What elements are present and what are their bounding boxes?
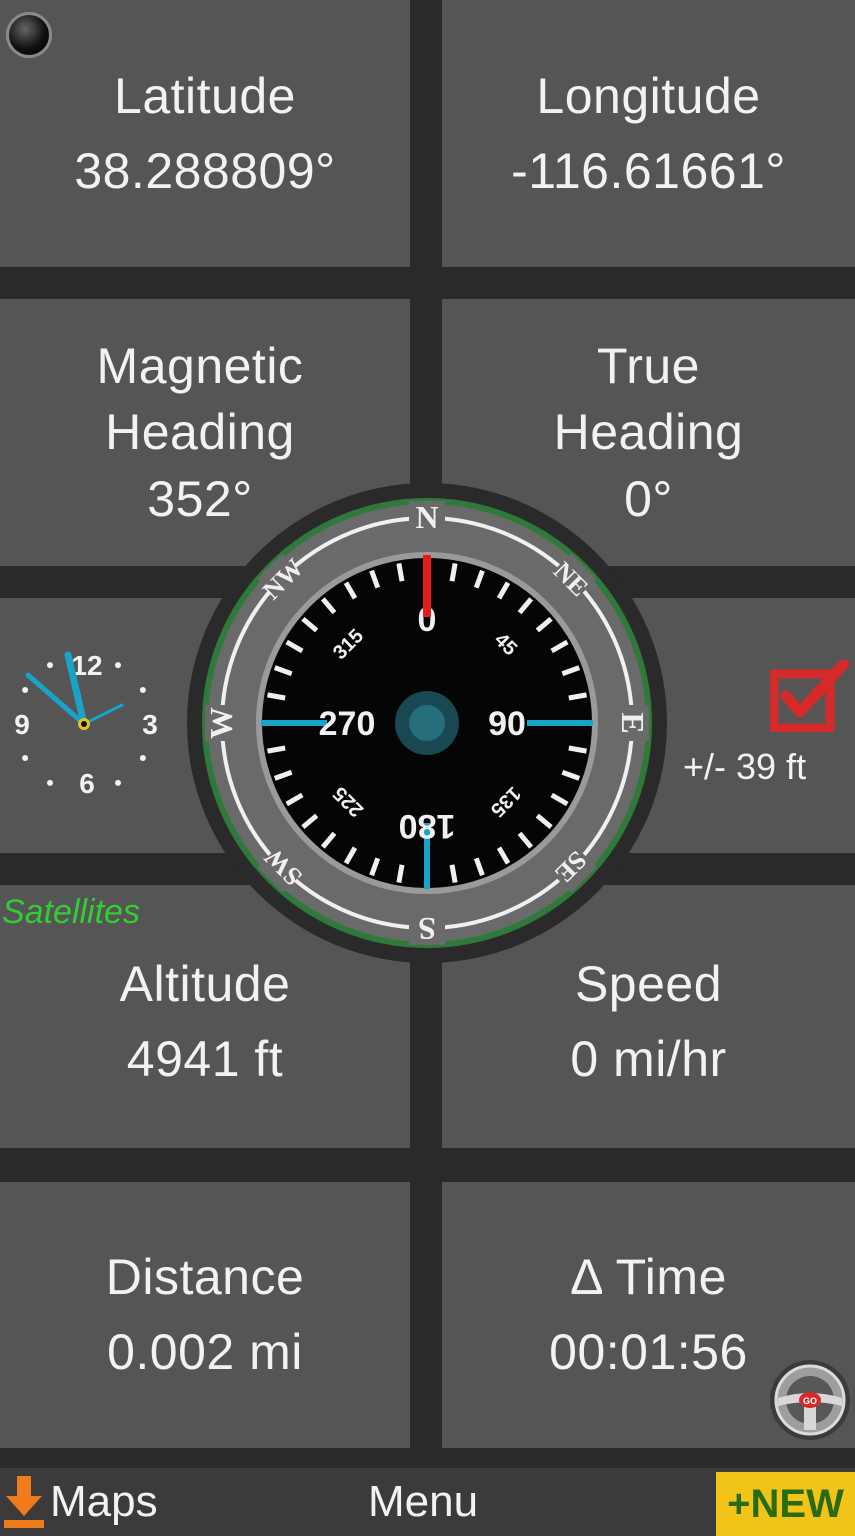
distance-tile[interactable]: Distance 0.002 mi xyxy=(0,1182,410,1448)
latitude-tile[interactable]: Latitude 38.288809° xyxy=(0,0,410,267)
compass-cardinal-e: E xyxy=(615,712,651,733)
time-label: Δ Time xyxy=(570,1249,727,1305)
compass-cardinal-w: W xyxy=(203,707,239,739)
menu-button[interactable]: Menu xyxy=(368,1468,478,1536)
new-button[interactable]: +NEW xyxy=(716,1472,855,1536)
clock-numeral-6: 6 xyxy=(79,768,95,799)
clock-hour-dot xyxy=(22,687,29,693)
compass-degree-270: 270 xyxy=(319,705,376,743)
longitude-value: -116.61661° xyxy=(511,142,786,199)
north-needle xyxy=(423,555,431,617)
compass-cardinal-n: N xyxy=(415,499,438,535)
compass-tick xyxy=(449,563,458,582)
checkbox-icon[interactable] xyxy=(770,660,850,732)
maps-label: Maps xyxy=(50,1477,158,1526)
clock-numeral-3: 3 xyxy=(142,709,158,740)
compass-tick xyxy=(449,864,458,883)
compass-tick xyxy=(396,563,405,582)
time-value: 00:01:56 xyxy=(549,1324,748,1380)
compass[interactable]: NNEESESSWWNW 04590135180225270315 xyxy=(185,481,669,965)
compass-cardinal-s: S xyxy=(418,911,436,947)
download-icon xyxy=(4,1476,44,1528)
magnetic-heading-label-line2: Heading xyxy=(105,404,295,461)
longitude-tile[interactable]: Longitude -116.61661° xyxy=(442,0,855,267)
svg-text:GO: GO xyxy=(803,1396,817,1406)
clock-numeral-9: 9 xyxy=(14,709,30,740)
compass-tick xyxy=(396,864,405,883)
satellites-label[interactable]: Satellites xyxy=(2,893,140,932)
analog-clock[interactable]: 12 3 6 9 xyxy=(4,641,170,807)
compass-degree-180: 180 xyxy=(399,807,456,845)
compass-tick xyxy=(267,692,286,701)
speed-value: 0 mi/hr xyxy=(570,1030,727,1087)
true-heading-label-line1: True xyxy=(597,337,700,394)
clock-hour-dot xyxy=(47,779,53,786)
accuracy-value: +/- 39 ft xyxy=(683,746,807,787)
maps-button[interactable]: Maps xyxy=(0,1468,158,1536)
distance-value: 0.002 mi xyxy=(107,1324,303,1380)
distance-label: Distance xyxy=(105,1249,305,1305)
clock-hour-dot xyxy=(22,755,29,761)
compass-tick xyxy=(267,745,286,754)
clock-second-hand xyxy=(82,703,124,726)
clock-hour-dot xyxy=(115,779,121,786)
magnetic-heading-label-line1: Magnetic xyxy=(96,337,304,394)
steering-wheel-icon[interactable]: GO xyxy=(768,1358,852,1442)
clock-hour-dot xyxy=(139,687,146,693)
bottom-bar: Maps Menu +NEW xyxy=(0,1468,855,1536)
true-heading-label-line2: Heading xyxy=(553,404,744,461)
latitude-value: 38.288809° xyxy=(74,142,336,199)
altitude-value: 4941 ft xyxy=(126,1030,284,1087)
clock-hour-dot xyxy=(115,662,121,669)
gps-status-icon[interactable] xyxy=(6,12,52,58)
compass-tick xyxy=(568,745,587,754)
clock-hour-dot xyxy=(139,755,146,761)
compass-tick xyxy=(568,692,587,701)
compass-degree-90: 90 xyxy=(488,705,526,743)
longitude-label: Longitude xyxy=(536,67,761,124)
latitude-label: Latitude xyxy=(114,67,296,124)
clock-hour-dot xyxy=(47,662,53,669)
